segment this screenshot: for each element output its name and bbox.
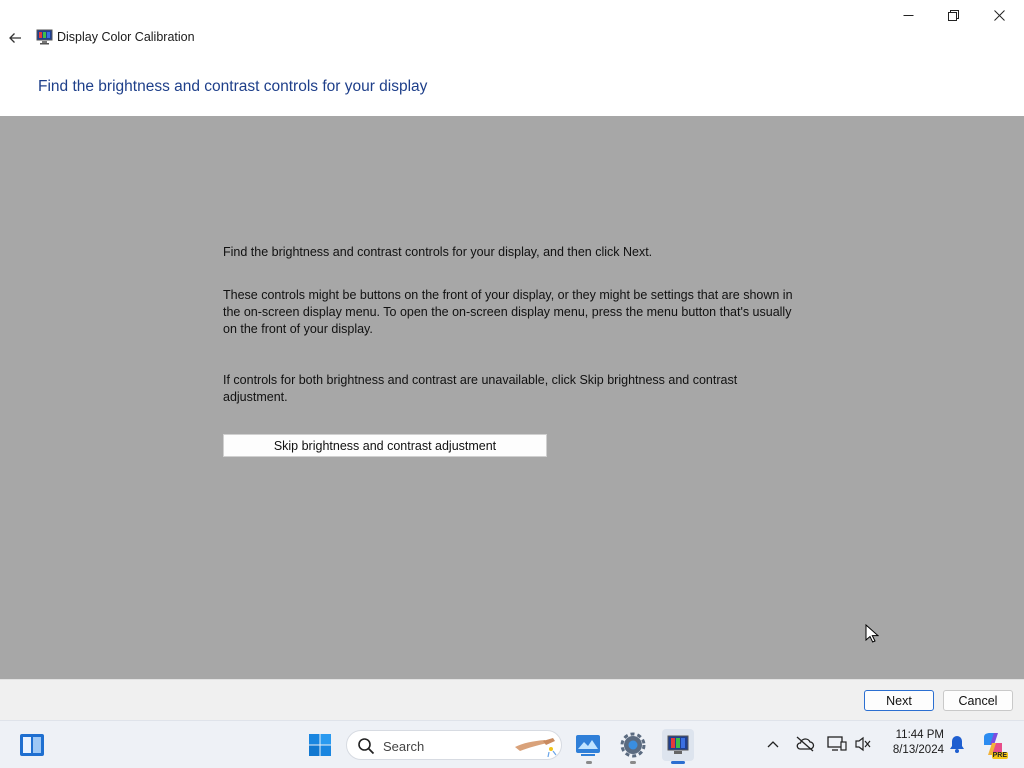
back-arrow-icon: [9, 33, 21, 43]
calibration-content: Find the brightness and contrast control…: [0, 116, 1024, 679]
network-tray-button[interactable]: [826, 733, 848, 755]
page-heading: Find the brightness and contrast control…: [38, 78, 428, 95]
cancel-button[interactable]: Cancel: [943, 690, 1013, 711]
settings-gear-icon: [620, 732, 646, 758]
photos-app-icon: [576, 735, 600, 756]
cloud-offline-icon: [796, 736, 815, 752]
skip-adjustment-button[interactable]: Skip brightness and contrast adjustment: [223, 434, 547, 457]
search-icon: [358, 738, 375, 755]
notifications-button[interactable]: [946, 733, 968, 755]
copilot-button[interactable]: PRE: [980, 731, 1008, 759]
app-running-indicator: [586, 761, 592, 764]
mouse-cursor-icon: [865, 624, 879, 643]
app-running-indicator: [630, 761, 636, 764]
windows-logo-icon: [309, 734, 331, 756]
window-title: Display Color Calibration: [57, 30, 195, 44]
taskbar: Search 11:44 PM 8/13/2024 PRE: [0, 720, 1024, 768]
taskbar-app-photos[interactable]: [574, 731, 602, 759]
network-display-icon: [827, 736, 847, 751]
widgets-icon: [20, 734, 44, 756]
next-button[interactable]: Next: [864, 690, 934, 711]
speaker-muted-icon: [855, 736, 871, 752]
minimize-button[interactable]: [885, 0, 931, 30]
search-placeholder: Search: [383, 739, 425, 754]
volume-tray-button[interactable]: [852, 733, 874, 755]
restore-button[interactable]: [930, 0, 976, 30]
display-calibration-app-icon: [36, 29, 53, 45]
chevron-up-icon: [767, 741, 779, 748]
wizard-footer: Next Cancel: [0, 679, 1024, 720]
instruction-text: Find the brightness and contrast control…: [223, 245, 653, 259]
copilot-preview-badge: PRE: [991, 752, 1008, 759]
widgets-button[interactable]: [18, 732, 46, 758]
show-hidden-icons-button[interactable]: [762, 733, 784, 755]
skip-instruction: If controls for both brightness and cont…: [223, 373, 738, 404]
onedrive-tray-button[interactable]: [794, 733, 816, 755]
search-highlight-art-icon: [515, 738, 557, 758]
display-calibration-taskbar-icon: [667, 735, 689, 754]
taskbar-clock[interactable]: 11:44 PM 8/13/2024: [880, 728, 944, 758]
taskbar-app-display-calibration[interactable]: [662, 729, 694, 761]
clock-time: 11:44 PM: [895, 729, 944, 741]
bell-icon: [950, 736, 964, 753]
clock-date: 8/13/2024: [892, 744, 944, 756]
minimize-icon: [903, 14, 913, 16]
app-active-indicator: [671, 761, 685, 764]
calibration-window: Display Color Calibration Find the brigh…: [0, 0, 1024, 720]
close-button[interactable]: [976, 0, 1022, 30]
taskbar-search-box[interactable]: Search: [346, 730, 562, 760]
restore-icon: [947, 9, 959, 21]
close-icon: [993, 9, 1005, 21]
title-bar: Display Color Calibration Find the brigh…: [0, 0, 1024, 95]
start-button[interactable]: [306, 731, 334, 759]
back-button[interactable]: [4, 27, 26, 49]
controls-description: These controls might be buttons on the f…: [223, 288, 793, 336]
taskbar-app-settings[interactable]: [619, 731, 647, 759]
